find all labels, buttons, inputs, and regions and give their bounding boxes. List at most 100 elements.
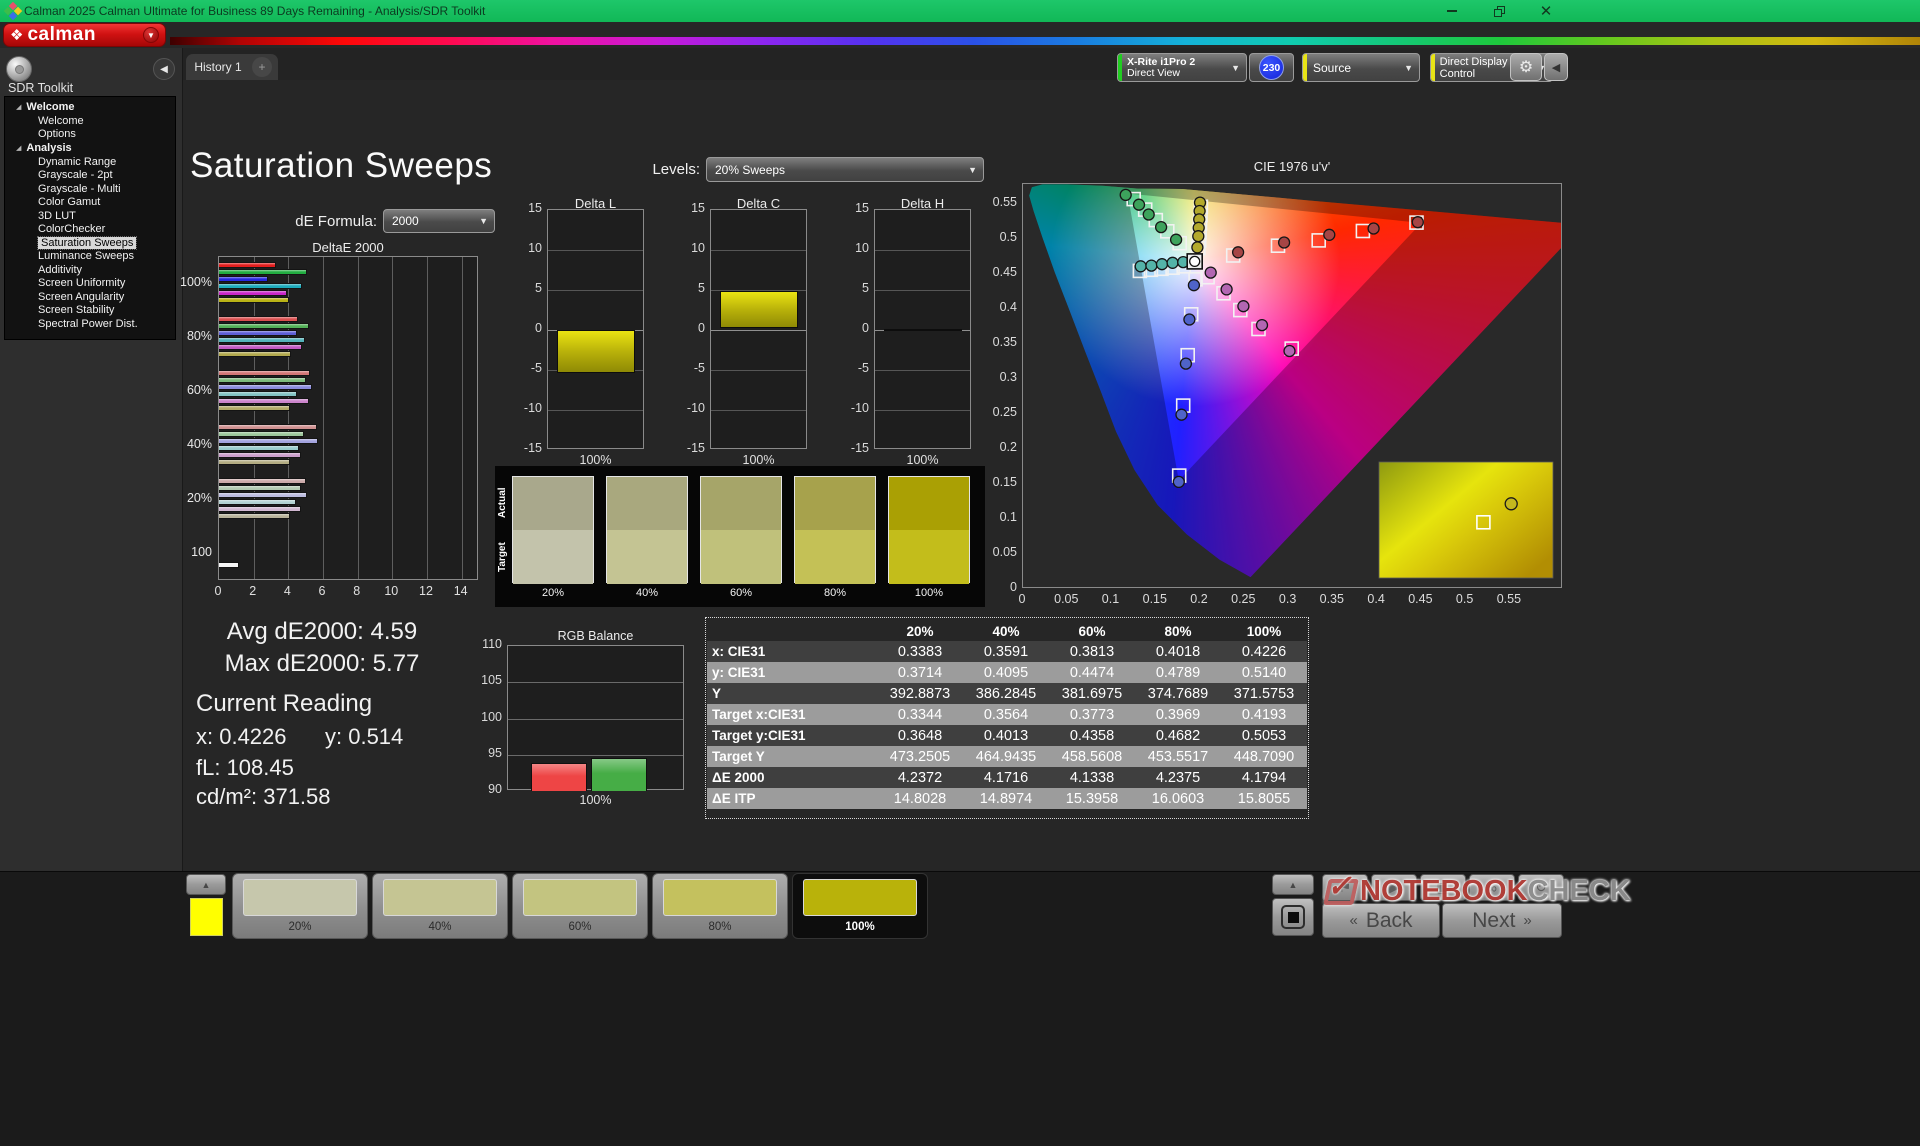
- next-button[interactable]: Next »: [1442, 903, 1562, 938]
- tab-history[interactable]: History 1 +: [186, 54, 278, 80]
- gridline: [461, 257, 463, 579]
- back-button[interactable]: « Back: [1322, 903, 1440, 938]
- y-tick-label: 105: [481, 673, 502, 688]
- tree-item[interactable]: Saturation Sweeps: [5, 235, 175, 250]
- tree-item[interactable]: Color Gamut: [5, 196, 175, 210]
- tree-group-label: Analysis: [26, 142, 72, 154]
- chevron-down-icon: ▼: [1404, 62, 1413, 73]
- gridline: [508, 754, 683, 756]
- pattern-tile-40%[interactable]: 40%: [372, 873, 508, 939]
- tree-group-header[interactable]: ◢ Analysis: [5, 141, 175, 155]
- stop-button[interactable]: [1272, 898, 1314, 936]
- tree-item[interactable]: 3D LUT: [5, 209, 175, 223]
- sidebar-pin-button[interactable]: [6, 56, 32, 82]
- y-tick-label: 0.35: [992, 335, 1017, 349]
- tile-swatch: [523, 879, 637, 916]
- expander-icon[interactable]: ◢: [16, 144, 21, 152]
- pattern-tile-20%[interactable]: 20%: [232, 873, 368, 939]
- next-label: Next: [1472, 908, 1516, 932]
- sidebar: ◀ SDR Toolkit ◢ Welcome Welcome Options ◢ Ana…: [0, 48, 183, 871]
- calman-menu-chevron-icon[interactable]: ▼: [143, 27, 159, 43]
- expander-icon[interactable]: ◢: [16, 103, 21, 111]
- table-cell: 0.3773: [1069, 706, 1115, 723]
- bar: [219, 499, 297, 505]
- swatch-target: [607, 530, 687, 584]
- gridline: [875, 290, 970, 291]
- swatch-actual: [607, 477, 687, 530]
- table-cell: 0.3714: [897, 664, 943, 681]
- source-dropdown[interactable]: Source ▼: [1302, 53, 1420, 82]
- meter-dropdown[interactable]: X-Rite i1Pro 2 Direct View ▼: [1117, 53, 1247, 82]
- tree-item[interactable]: Screen Stability: [5, 304, 175, 318]
- table-row-label: Target Y: [712, 749, 765, 764]
- y-tick-label: -10: [686, 401, 705, 415]
- table-cell: 0.4474: [1069, 664, 1115, 681]
- y-tick-label: 10: [528, 241, 542, 255]
- add-tab-button[interactable]: +: [252, 57, 272, 77]
- tree-item[interactable]: Welcome: [5, 114, 175, 128]
- tree-item[interactable]: Grayscale - 2pt: [5, 169, 175, 183]
- calman-logo-icon: ❖: [10, 27, 24, 44]
- settings-button[interactable]: ⚙: [1510, 53, 1542, 81]
- swatch-panel: Actual Target 20% 40% 60% 80% 100%: [495, 466, 985, 607]
- exposure-badge[interactable]: 230: [1259, 55, 1284, 80]
- tree-item[interactable]: Spectral Power Dist.: [5, 317, 175, 331]
- swatch-label: 100%: [914, 587, 944, 599]
- play-button[interactable]: ▶: [1371, 874, 1417, 901]
- pattern-tile-80%[interactable]: 80%: [652, 873, 788, 939]
- flag-button[interactable]: ⚑: [1322, 874, 1368, 901]
- tree-item[interactable]: Dynamic Range: [5, 155, 175, 169]
- y-tick-label: 0: [535, 321, 542, 335]
- table-cell: 448.7090: [1233, 748, 1295, 765]
- rainbow-gradient-strip: [170, 37, 1920, 45]
- tree-item[interactable]: Screen Angularity: [5, 290, 175, 304]
- x-tick-label: 0.55: [1496, 592, 1522, 606]
- tree-item[interactable]: ColorChecker: [5, 223, 175, 237]
- collapse-panel-button[interactable]: ◀: [1544, 53, 1568, 81]
- close-button[interactable]: ✕: [1531, 0, 1561, 22]
- tree-item-label: Grayscale - Multi: [38, 182, 121, 195]
- gridline: [392, 257, 394, 579]
- y-tick-label: 0.55: [992, 195, 1017, 209]
- sidebar-collapse-button[interactable]: ◀: [153, 58, 175, 80]
- pattern-window-expand-button[interactable]: ▲: [1272, 874, 1314, 895]
- swatch-row-label: Target: [497, 542, 508, 573]
- tree-item[interactable]: Luminance Sweeps: [5, 250, 175, 264]
- y-tick-label: 10: [855, 241, 869, 255]
- minimize-button[interactable]: [1437, 0, 1467, 22]
- swatch-label: 80%: [823, 587, 847, 599]
- bar: [219, 478, 306, 484]
- restore-button[interactable]: [1484, 0, 1514, 22]
- tree-item-label: Screen Uniformity: [38, 277, 126, 290]
- caret-up-icon: ▲: [1288, 879, 1298, 890]
- x-axis-label: 100%: [579, 453, 612, 467]
- pattern-expand-button[interactable]: ▲: [186, 874, 226, 895]
- current-pattern-swatch[interactable]: [190, 898, 223, 936]
- tree-item[interactable]: Additivity: [5, 263, 175, 277]
- bar: [219, 262, 277, 268]
- y-tick-label: 90: [488, 782, 502, 796]
- save-button[interactable]: ▣: [1420, 874, 1466, 901]
- bar: [219, 513, 291, 519]
- meter-badge-panel: 230: [1249, 53, 1294, 82]
- bar: [219, 377, 306, 383]
- tree-item[interactable]: Options: [5, 128, 175, 142]
- tree-group-header[interactable]: ◢ Welcome: [5, 100, 175, 114]
- reading-fl: fL: 108.45: [196, 755, 294, 780]
- table-row-label: y: CIE31: [712, 665, 766, 680]
- de-formula-dropdown[interactable]: 2000 ▼: [383, 209, 495, 233]
- tree-item[interactable]: Screen Uniformity: [5, 277, 175, 291]
- rgb-bar: [591, 758, 647, 791]
- tree-item[interactable]: Grayscale - Multi: [5, 182, 175, 196]
- levels-dropdown[interactable]: 20% Sweeps ▼: [706, 157, 984, 182]
- gridline: [875, 370, 970, 371]
- refresh-button[interactable]: ↻: [1518, 874, 1564, 901]
- gridline: [711, 290, 806, 291]
- bar: [219, 290, 287, 296]
- calman-menu-button[interactable]: ❖ calman ▼: [3, 23, 166, 47]
- table-row: Target Y 473.2505 464.9435 458.5608 453.5517…: [707, 746, 1307, 767]
- pattern-tile-100%[interactable]: 100%: [792, 873, 928, 939]
- delta-plot: [874, 209, 971, 449]
- pattern-tile-60%[interactable]: 60%: [512, 873, 648, 939]
- loop-button[interactable]: ∞: [1469, 874, 1515, 901]
